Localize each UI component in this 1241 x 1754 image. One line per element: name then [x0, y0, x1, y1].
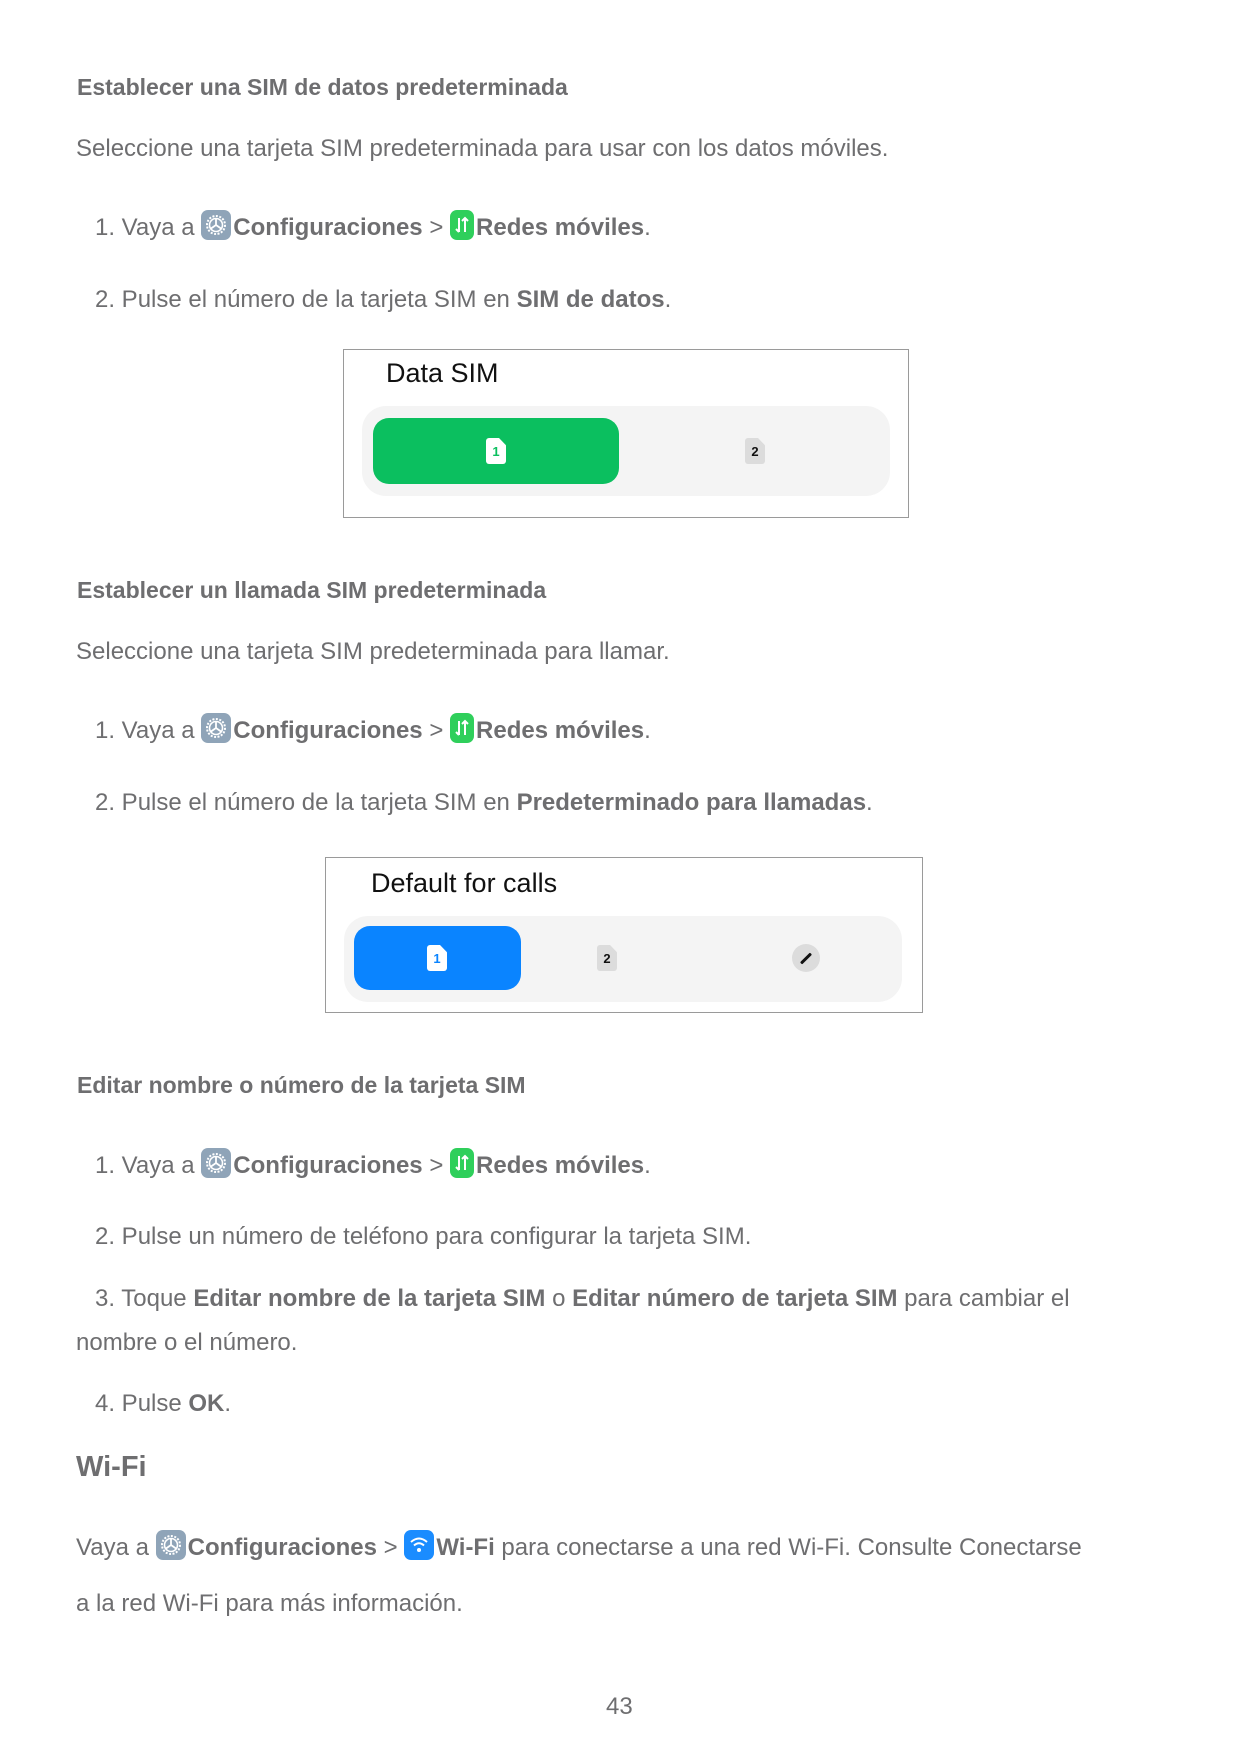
data-sim-term: SIM de datos	[516, 286, 665, 313]
step-suffix: .	[664, 286, 672, 313]
intro-call-sim: Seleccione una tarjeta SIM predeterminad…	[76, 638, 670, 665]
step-2-call-sim: 2. Pulse el número de la tarjeta SIM en …	[95, 789, 873, 817]
separator: >	[422, 1152, 451, 1179]
sim-card-icon: 1	[486, 438, 506, 464]
settings-link[interactable]: Configuraciones	[188, 1534, 377, 1561]
default-calls-term: Predeterminado para llamadas	[516, 789, 867, 816]
edit-icon	[792, 944, 820, 972]
step-suffix: .	[224, 1390, 232, 1417]
sim-2-option[interactable]: 2	[630, 418, 880, 484]
step-text: o	[545, 1285, 573, 1312]
step-text: 1. Vaya a	[95, 1152, 202, 1179]
step-text: para conectarse a una red Wi-Fi. Consult…	[494, 1534, 1082, 1561]
sim-card-icon: 2	[597, 945, 617, 971]
gear-icon	[201, 210, 232, 240]
step-3-edit-sim: 3. Toque Editar nombre de la tarjeta SIM…	[95, 1285, 1070, 1313]
edit-number-term: Editar número de tarjeta SIM	[572, 1285, 898, 1312]
heading-wifi: Wi-Fi	[76, 1451, 147, 1483]
page-number: 43	[606, 1693, 633, 1720]
wifi-link[interactable]: Wi-Fi	[436, 1534, 494, 1561]
default-calls-screenshot: Default for calls 1 2	[325, 857, 923, 1013]
separator: >	[422, 717, 451, 744]
edit-name-term: Editar nombre de la tarjeta SIM	[193, 1285, 546, 1312]
step-1-data-sim: 1. Vaya a Configuraciones > Redes móvile…	[95, 210, 651, 242]
step-4-edit-sim: 4. Pulse OK.	[95, 1390, 231, 1418]
mobile-data-arrows-icon	[450, 210, 475, 240]
gear-icon	[201, 713, 232, 743]
step-2-edit-sim: 2. Pulse un número de teléfono para conf…	[95, 1223, 752, 1250]
step-1-edit-sim: 1. Vaya a Configuraciones > Redes móvile…	[95, 1148, 651, 1180]
wifi-instructions-line-2: a la red Wi-Fi para más información.	[76, 1590, 463, 1617]
sim-card-icon: 2	[745, 438, 765, 464]
step-text: 2. Pulse el número de la tarjeta SIM en	[95, 789, 517, 816]
wifi-instructions-line-1: Vaya a Configuraciones > Wi-Fi para cone…	[76, 1530, 1082, 1562]
gear-icon	[155, 1530, 186, 1560]
step-suffix: .	[866, 789, 873, 816]
sim-1-option[interactable]: 1	[354, 926, 521, 990]
separator: >	[422, 214, 451, 241]
mobile-networks-link[interactable]: Redes móviles	[476, 717, 644, 744]
step-text: 1. Vaya a	[95, 717, 202, 744]
step-text: 1. Vaya a	[95, 214, 202, 241]
step-suffix: .	[644, 717, 651, 744]
heading-edit-sim: Editar nombre o número de la tarjeta SIM	[77, 1072, 526, 1098]
data-sim-title: Data SIM	[386, 358, 499, 388]
step-3-continuation: nombre o el número.	[76, 1329, 298, 1356]
mobile-data-arrows-icon	[450, 713, 475, 743]
step-text: 4. Pulse	[95, 1390, 189, 1417]
mobile-networks-link[interactable]: Redes móviles	[476, 214, 644, 241]
data-sim-screenshot: Data SIM 1 2	[343, 349, 909, 518]
settings-link[interactable]: Configuraciones	[233, 717, 422, 744]
step-suffix: .	[644, 214, 651, 241]
settings-link[interactable]: Configuraciones	[233, 214, 422, 241]
heading-data-sim: Establecer una SIM de datos predetermina…	[77, 74, 568, 100]
intro-data-sim: Seleccione una tarjeta SIM predeterminad…	[76, 135, 889, 162]
wifi-icon	[404, 1530, 435, 1560]
ask-every-time-option[interactable]	[724, 926, 894, 990]
mobile-networks-link[interactable]: Redes móviles	[476, 1152, 644, 1179]
gear-icon	[201, 1148, 232, 1178]
ok-term: OK	[188, 1390, 225, 1417]
sim-card-icon: 1	[427, 945, 447, 971]
step-text: para cambiar el	[897, 1285, 1070, 1312]
heading-call-sim: Establecer un llamada SIM predeterminada	[77, 577, 547, 603]
step-suffix: .	[644, 1152, 651, 1179]
sim-2-option[interactable]: 2	[539, 926, 706, 990]
sim-1-option[interactable]: 1	[373, 418, 619, 484]
settings-link[interactable]: Configuraciones	[233, 1152, 422, 1179]
default-calls-selector: 1 2	[344, 916, 902, 1002]
data-sim-selector: 1 2	[362, 406, 890, 496]
step-text: Vaya a	[76, 1534, 156, 1561]
step-1-call-sim: 1. Vaya a Configuraciones > Redes móvile…	[95, 713, 651, 745]
step-2-data-sim: 2. Pulse el número de la tarjeta SIM en …	[95, 286, 671, 314]
default-calls-title: Default for calls	[371, 868, 558, 898]
step-text: 3. Toque	[95, 1285, 194, 1312]
mobile-data-arrows-icon	[450, 1148, 475, 1178]
step-text: 2. Pulse el número de la tarjeta SIM en	[95, 286, 517, 313]
separator: >	[376, 1534, 405, 1561]
